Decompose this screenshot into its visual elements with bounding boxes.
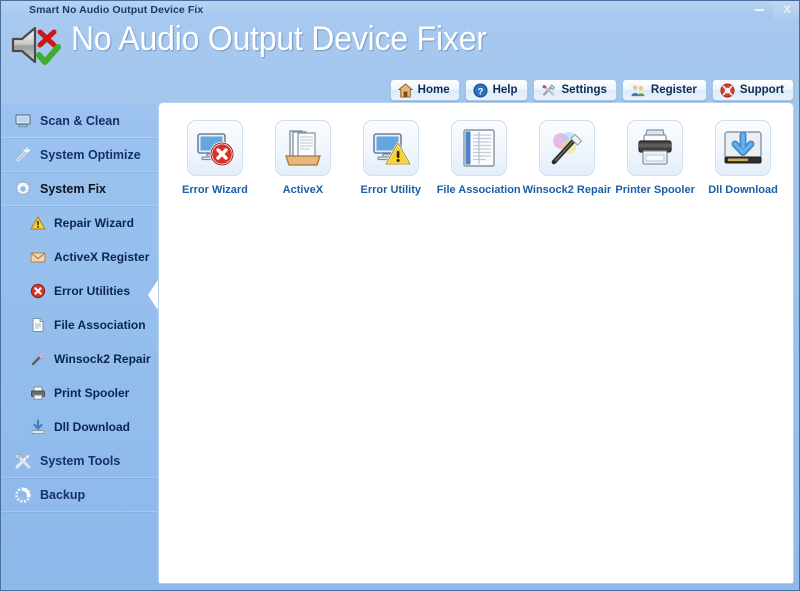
- sidebar-item-label: Print Spooler: [54, 386, 130, 400]
- sidebar-item-repair-wizard[interactable]: Repair Wizard: [2, 206, 157, 240]
- settings-label: Settings: [561, 84, 607, 96]
- help-question-icon: ?: [473, 82, 488, 98]
- sidebar-item-scan-clean[interactable]: Scan & Clean: [2, 104, 157, 138]
- magic-wand-icon: [538, 120, 595, 176]
- tile-error-utility[interactable]: Error Utility: [347, 120, 435, 196]
- sidebar-item-label: Dll Download: [54, 420, 130, 434]
- close-button[interactable]: X: [773, 1, 799, 19]
- tile-label: Printer Spooler: [615, 184, 695, 196]
- application-window: Smart No Audio Output Device Fix X No Au…: [0, 0, 800, 591]
- home-label: Home: [417, 84, 450, 96]
- svg-text:?: ?: [477, 86, 483, 96]
- settings-button[interactable]: Settings: [532, 79, 617, 101]
- system-fix-tool-grid: Error Wizard ActiveX Error Utility File …: [171, 120, 787, 196]
- printer-icon: [627, 120, 684, 176]
- tile-file-association[interactable]: File Association: [435, 120, 523, 196]
- warning-triangle-icon: [30, 215, 46, 231]
- tile-printer-spooler[interactable]: Printer Spooler: [611, 120, 699, 196]
- window-controls: X: [745, 1, 799, 19]
- monitor-icon: [14, 112, 32, 130]
- home-button[interactable]: Home: [389, 79, 460, 101]
- help-button[interactable]: ? Help: [464, 79, 528, 101]
- monitor-warning-icon: [362, 120, 419, 176]
- window-title: Smart No Audio Output Device Fix: [29, 4, 204, 16]
- sidebar-item-activex-register[interactable]: ActiveX Register: [2, 240, 157, 274]
- tile-label: Error Wizard: [181, 184, 248, 196]
- activex-papers-icon: [274, 120, 331, 176]
- register-label: Register: [650, 84, 697, 96]
- help-label: Help: [492, 84, 518, 96]
- sidebar: Scan & Clean System Optimize System Fix …: [2, 104, 158, 589]
- tile-error-wizard[interactable]: Error Wizard: [171, 120, 259, 196]
- document-icon: [30, 317, 46, 333]
- sidebar-item-winsock2-repair[interactable]: Winsock2 Repair: [2, 342, 157, 376]
- tile-winsock2-repair[interactable]: Winsock2 Repair: [522, 120, 612, 196]
- monitor-error-icon: [186, 120, 243, 176]
- speaker-error-icon: [9, 21, 65, 69]
- tile-label: Dll Download: [708, 184, 778, 196]
- tools-icon: [14, 452, 32, 470]
- envelope-icon: [30, 249, 46, 265]
- printer-icon: [30, 385, 46, 401]
- tools-icon: [541, 83, 557, 98]
- sidebar-item-label: Error Utilities: [54, 284, 131, 298]
- toolbar: Home ? Help Settings Register Support: [389, 79, 794, 101]
- sidebar-item-label: Backup: [40, 487, 86, 502]
- magic-wand-icon: [14, 146, 32, 164]
- sidebar-item-print-spooler[interactable]: Print Spooler: [2, 376, 157, 410]
- app-header: No Audio Output Device Fixer: [1, 19, 799, 71]
- tile-label: Winsock2 Repair: [522, 184, 612, 196]
- sidebar-item-dll-download[interactable]: Dll Download: [2, 410, 157, 444]
- support-button[interactable]: Support: [711, 79, 794, 101]
- sidebar-item-system-fix[interactable]: System Fix: [2, 172, 157, 206]
- error-circle-icon: [30, 283, 46, 299]
- tile-activex[interactable]: ActiveX: [259, 120, 347, 196]
- sidebar-item-error-utilities[interactable]: Error Utilities: [2, 274, 157, 308]
- sidebar-item-label: ActiveX Register: [54, 250, 150, 264]
- sidebar-item-label: System Tools: [40, 453, 121, 468]
- content-panel: Error Wizard ActiveX Error Utility File …: [158, 102, 794, 584]
- tile-label: Error Utility: [360, 184, 422, 196]
- minimize-button[interactable]: [745, 1, 773, 19]
- sidebar-item-label: Repair Wizard: [54, 216, 134, 230]
- title-bar: Smart No Audio Output Device Fix X: [1, 1, 799, 19]
- users-icon: [630, 83, 646, 98]
- book-document-icon: [450, 120, 507, 176]
- lifebuoy-icon: [720, 82, 735, 98]
- home-icon: [397, 82, 413, 98]
- register-button[interactable]: Register: [621, 79, 707, 101]
- sidebar-item-label: Scan & Clean: [40, 113, 120, 128]
- sidebar-item-label: System Optimize: [40, 147, 141, 162]
- drive-download-icon: [715, 120, 772, 176]
- backup-dial-icon: [14, 486, 32, 504]
- sidebar-item-system-optimize[interactable]: System Optimize: [2, 138, 157, 172]
- download-icon: [30, 419, 46, 435]
- sidebar-item-backup[interactable]: Backup: [2, 478, 157, 512]
- tile-label: ActiveX: [282, 184, 324, 196]
- sidebar-item-file-association[interactable]: File Association: [2, 308, 157, 342]
- sidebar-item-label: File Association: [54, 318, 146, 332]
- support-label: Support: [739, 84, 784, 96]
- sidebar-item-system-tools[interactable]: System Tools: [2, 444, 157, 478]
- sidebar-item-label: System Fix: [40, 181, 107, 196]
- sidebar-item-label: Winsock2 Repair: [54, 352, 151, 366]
- tile-dll-download[interactable]: Dll Download: [699, 120, 787, 196]
- gear-icon: [14, 180, 32, 198]
- tile-label: File Association: [436, 184, 521, 196]
- page-title: No Audio Output Device Fixer: [71, 20, 487, 58]
- pencil-wand-icon: [30, 351, 46, 367]
